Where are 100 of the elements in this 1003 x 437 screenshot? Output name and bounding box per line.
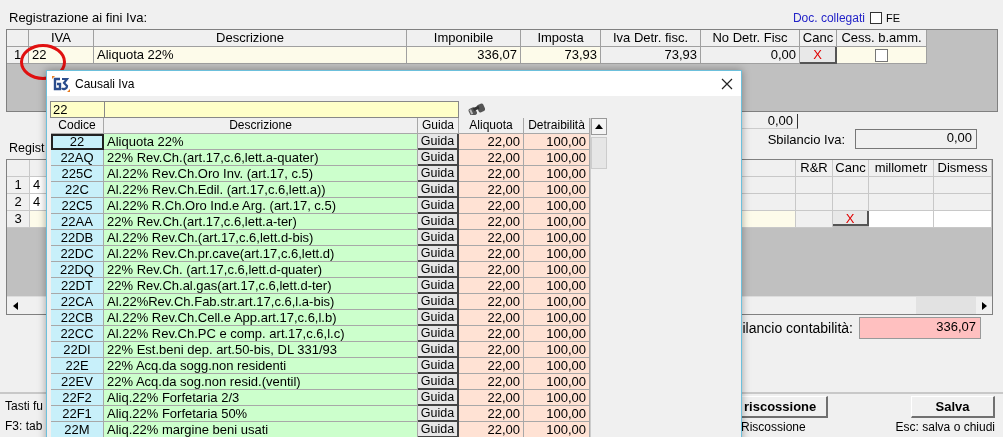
table-cell: 100,00 [524,166,590,182]
table-cell[interactable]: Aliq.22% Forfetaria 2/3 [104,390,418,406]
table-cell: 100,00 [524,134,590,150]
close-icon[interactable] [721,77,733,90]
table-cell[interactable]: Al.22% Rev.Ch.(art.17,c.6,lett.d-bis) [104,230,418,246]
checkbox[interactable] [869,11,882,24]
table-cell[interactable]: Al.22%Rev.Ch.Fab.str.art.17,c.6,l.a-bis) [104,294,418,310]
section-title: Regist [9,140,45,156]
table-cell: 22,00 [459,294,524,310]
table-cell[interactable]: 22C5 [51,198,104,214]
scrollbar-thumb[interactable] [591,137,607,169]
description-field[interactable] [105,101,459,118]
guida-button[interactable]: Guida [418,326,459,342]
save-button[interactable]: Salva [911,396,995,418]
riscossione-button[interactable]: riscossione [741,396,829,418]
guida-button[interactable]: Guida [418,342,459,358]
column-header: IVA [29,30,94,47]
table-cell: 100,00 [524,390,590,406]
left-arrow-icon[interactable] [12,301,18,310]
guida-button[interactable]: Guida [418,374,459,390]
table-cell[interactable]: 22EV [51,374,104,390]
table-cell: 100,00 [524,326,590,342]
guida-button[interactable]: Guida [418,406,459,422]
code-field[interactable]: 22 [50,101,105,118]
guida-button[interactable]: Guida [418,358,459,374]
table-cell[interactable]: Al.22% Rev.Ch.PC e comp. art.17,c.6,l.c) [104,326,418,342]
table-cell: 100,00 [524,230,590,246]
table-cell[interactable]: 22% Acq.da sogg.non residenti [104,358,418,374]
guida-button[interactable]: Guida [418,294,459,310]
table-cell[interactable]: 22DC [51,246,104,262]
guida-button[interactable]: Guida [418,246,459,262]
field-label: ilancio contabilità: [742,320,853,336]
header-cell [7,30,29,47]
table-cell[interactable]: Al.22% Rev.Ch.Oro Inv. (art.17, c.5) [104,166,418,182]
guida-button[interactable]: Guida [418,134,459,150]
table-cell[interactable]: 22DI [51,342,104,358]
table-cell: 22,00 [459,150,524,166]
table-cell: 22,00 [459,390,524,406]
guida-button[interactable]: Guida [418,390,459,406]
table-cell[interactable]: Al.22% Rev.Ch.pr.cave(art.17,c.6,lett.d) [104,246,418,262]
table-cell[interactable]: 22AQ [51,150,104,166]
column-header: Canc [800,30,837,47]
guida-button[interactable]: Guida [418,278,459,294]
table-cell[interactable]: Aliq.22% Forfetaria 50% [104,406,418,422]
table-cell[interactable]: Aliq.22% margine beni usati [104,422,418,437]
table-cell[interactable]: 22F1 [51,406,104,422]
guida-button[interactable]: Guida [418,182,459,198]
table-cell[interactable]: 22CA [51,294,104,310]
guida-button[interactable]: Guida [418,150,459,166]
table-cell[interactable]: Al.22% Rev.Ch.Cell.e App.art.17,c.6,l.b) [104,310,418,326]
table-cell: 22,00 [459,374,524,390]
app-logo-icon [52,75,70,92]
delete-button[interactable]: X [800,47,837,64]
guida-button[interactable]: Guida [418,230,459,246]
table-cell: 22,00 [459,230,524,246]
balance-field: 0,00 [855,129,977,149]
up-arrow-icon[interactable] [595,124,603,129]
table-cell[interactable]: 22% Rev.Ch.(art.17,c.6,lett.a-quater) [104,150,418,166]
table-cell: 22,00 [459,182,524,198]
table-cell[interactable]: 22CB [51,310,104,326]
delete-button[interactable]: X [833,211,869,226]
guida-button[interactable]: Guida [418,422,459,437]
table-cell[interactable]: 22DT [51,278,104,294]
column-header: Detraibilità [524,118,590,134]
table-cell[interactable]: 22F2 [51,390,104,406]
table-cell[interactable]: Aliquota 22% [104,134,418,150]
table-cell [869,194,934,211]
column-header: No Detr. Fisc [701,30,800,47]
table-cell[interactable]: 22% Acq.da sog.non resid.(ventil) [104,374,418,390]
table-cell[interactable]: Al.22% Rev.Ch.Edil. (art.17,c.6,lett.a)) [104,182,418,198]
table-cell[interactable]: 22% Rev.Ch. (art.17,c.6,lett.d-quater) [104,262,418,278]
link[interactable]: Doc. collegati [792,10,865,25]
table-cell: 22,00 [459,246,524,262]
table-cell[interactable]: 22CC [51,326,104,342]
table-cell[interactable]: 22DQ [51,262,104,278]
table-cell[interactable]: 22DB [51,230,104,246]
table-cell[interactable]: 22 [51,134,104,150]
guida-button[interactable]: Guida [418,214,459,230]
right-arrow-icon[interactable] [981,301,987,310]
table-cell[interactable]: 22M [51,422,104,437]
binoculars-icon[interactable] [467,101,485,115]
guida-button[interactable]: Guida [418,166,459,182]
table-cell[interactable]: 225C [51,166,104,182]
table-cell: 22,00 [459,166,524,182]
guida-button[interactable]: Guida [418,198,459,214]
table-cell: 22,00 [459,342,524,358]
vertical-scrollbar[interactable] [590,118,607,437]
table-cell[interactable]: 22% Est.beni dep. art.50-bis, DL 331/93 [104,342,418,358]
guida-button[interactable]: Guida [418,262,459,278]
table-cell: 22,00 [459,422,524,437]
guida-button[interactable]: Guida [418,310,459,326]
scrollbar-thumb[interactable] [916,297,976,314]
table-cell[interactable]: 22C [51,182,104,198]
table-cell[interactable]: 22E [51,358,104,374]
table-cell[interactable]: Al.22% R.Ch.Oro Ind.e Arg. (art.17, c.5) [104,198,418,214]
checkbox[interactable] [875,49,888,63]
table-cell[interactable]: 22AA [51,214,104,230]
table-cell[interactable]: 22 [29,47,94,64]
table-cell[interactable]: 22% Rev.Ch.(art.17,c.6,lett.a-ter) [104,214,418,230]
table-cell[interactable]: 22% Rev.Ch.al.gas(art.17,c.6,lett.d-ter) [104,278,418,294]
